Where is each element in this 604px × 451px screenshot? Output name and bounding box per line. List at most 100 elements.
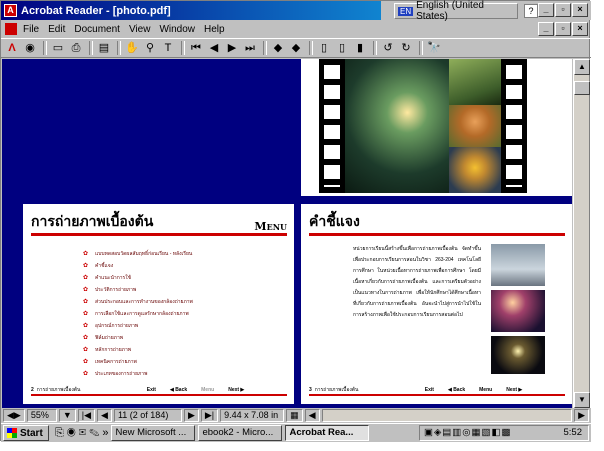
language-indicator[interactable]: EN English (United States)	[394, 0, 518, 22]
document-view[interactable]: การถ่ายภาพเบื้องต้น Menu แบบทดสอบวัดผลสั…	[2, 59, 572, 408]
system-tray: ▣◈▤▥◎▦▧◧▩ 5:52	[419, 425, 589, 441]
horizontal-scrollbar[interactable]	[321, 409, 573, 422]
print-icon[interactable]: ⎙	[68, 40, 84, 56]
document-icon[interactable]	[5, 23, 17, 35]
page-left-heading: การถ่ายภาพเบื้องต้น	[31, 214, 154, 230]
toc-item[interactable]: อุปกรณ์การถ่ายภาพ	[83, 320, 283, 332]
photo-tower-night	[491, 336, 545, 374]
menu-file[interactable]: File	[23, 24, 39, 35]
film-strip-left	[319, 59, 345, 193]
next-page-icon[interactable]: ▶	[224, 40, 240, 56]
last-page-button[interactable]: ▶|	[200, 409, 219, 422]
rotate-right-icon[interactable]: ↻	[398, 40, 414, 56]
acrobat-icon: A	[4, 4, 17, 17]
actual-size-icon[interactable]: ▯	[316, 40, 332, 56]
doc-minimize-button[interactable]: _	[538, 22, 554, 36]
page-photos	[301, 59, 572, 196]
menu-view[interactable]: View	[129, 24, 151, 35]
menu-link[interactable]: Menu	[479, 387, 492, 393]
go-forward-icon[interactable]: ◆	[288, 40, 304, 56]
close-button[interactable]: ×	[572, 3, 588, 17]
zoom-field[interactable]: 55%	[26, 409, 57, 422]
fit-page-icon[interactable]: ▯	[334, 40, 350, 56]
toc-item[interactable]: ประเภทของการถ่ายภาพ	[83, 368, 283, 380]
page-left-footer: 2 การถ่ายภาพเบื้องต้น Exit ◀ Back Menu N…	[31, 386, 287, 396]
tray-icons[interactable]: ▣◈▤▥◎▦▧◧▩	[420, 426, 511, 440]
menu-help[interactable]: Help	[204, 24, 225, 35]
task-acrobat-reader[interactable]: Acrobat Rea...	[285, 425, 370, 441]
toolbar: Λ ◉ ▭ ⎙ ▤ ✋ ⚲ T ⏮ ◀ ▶ ⏭ ◆ ◆ ▯ ▯ ▮ ↺ ↻ 🔭	[1, 38, 591, 58]
menu-edit[interactable]: Edit	[48, 24, 65, 35]
zoom-tool-icon[interactable]: ⚲	[142, 40, 158, 56]
first-page-button[interactable]: |◀	[77, 409, 96, 422]
page-menu: การถ่ายภาพเบื้องต้น Menu แบบทดสอบวัดผลสั…	[23, 204, 294, 404]
scroll-thumb[interactable]	[574, 81, 590, 95]
toc-item[interactable]: ฟิล์มถ่ายภาพ	[83, 332, 283, 344]
back-link[interactable]: ◀ Back	[170, 387, 187, 393]
page-number: 3	[309, 387, 312, 393]
footer-text: การถ่ายภาพเบื้องต้น	[314, 387, 359, 393]
page-right-footer: 3 การถ่ายภาพเบื้องต้น Exit ◀ Back Menu N…	[309, 386, 565, 396]
fit-width-icon[interactable]: ▮	[352, 40, 368, 56]
photo-child	[449, 147, 501, 193]
exit-link[interactable]: Exit	[425, 387, 434, 393]
toc-item[interactable]: หลักการถ่ายภาพ	[83, 344, 283, 356]
toc-item[interactable]: ประวัติการถ่ายภาพ	[83, 284, 283, 296]
window-title: Acrobat Reader - [photo.pdf]	[21, 4, 171, 17]
maximize-button[interactable]: ▫	[555, 3, 571, 17]
zoom-dropdown-icon[interactable]: ▼	[58, 409, 76, 422]
toc-item[interactable]: เทคนิคการถ่ายภาพ	[83, 356, 283, 368]
globe-icon[interactable]: ◉	[22, 40, 38, 56]
toc-item[interactable]: ส่วนประกอบและการทำงานของกล้องถ่ายภาพ	[83, 296, 283, 308]
language-label: English (United States)	[416, 0, 484, 22]
photo-tower-day	[491, 244, 545, 286]
page-only-icon[interactable]: ◀▶	[3, 409, 25, 422]
doc-restore-button[interactable]: ▫	[555, 22, 571, 36]
status-bar: ◀▶ 55% ▼ |◀ ◀ 11 (2 of 184) ▶ ▶| 9.44 x …	[1, 408, 591, 423]
go-back-icon[interactable]: ◆	[270, 40, 286, 56]
previous-page-icon[interactable]: ◀	[206, 40, 222, 56]
page-left-header: การถ่ายภาพเบื้องต้น Menu	[31, 214, 287, 236]
task-ebook2[interactable]: ebook2 - Micro...	[198, 425, 283, 441]
start-button[interactable]: Start	[3, 425, 49, 441]
back-link[interactable]: ◀ Back	[448, 387, 465, 393]
show-navigation-icon[interactable]: ▤	[96, 40, 112, 56]
scroll-up-icon[interactable]: ▲	[574, 59, 590, 75]
help-icon[interactable]: ?	[524, 4, 538, 18]
toc-item[interactable]: คำชี้แจง	[83, 260, 283, 272]
open-icon[interactable]: ▭	[50, 40, 66, 56]
vertical-scrollbar[interactable]: ▲ ▼	[573, 59, 590, 408]
quick-launch[interactable]: ⎘ ◉ ✉ ✎ »	[55, 427, 108, 440]
toc-item[interactable]: แบบทดสอบวัดผลสัมฤทธิ์ก่อนเรียน - หลังเรี…	[83, 248, 283, 260]
minimize-button[interactable]: _	[538, 3, 554, 17]
language-badge: EN	[398, 6, 414, 16]
photo-flowers	[449, 59, 501, 105]
first-page-icon[interactable]: ⏮	[188, 40, 204, 56]
toc-item[interactable]: คำแนะนำการใช้	[83, 272, 283, 284]
scroll-down-icon[interactable]: ▼	[574, 392, 590, 408]
instructions-body: หน่วยการเรียนนี้สร้างขึ้นเพื่อการถ่ายภาพ…	[353, 246, 481, 318]
page-layout-icon[interactable]: ▦	[286, 409, 303, 422]
next-page-button[interactable]: ▶	[183, 409, 199, 422]
text-select-icon[interactable]: T	[160, 40, 176, 56]
prev-page-button[interactable]: ◀	[97, 409, 112, 422]
acrobat-logo-icon[interactable]: Λ	[4, 40, 20, 56]
next-link[interactable]: Next ▶	[228, 387, 244, 393]
exit-link[interactable]: Exit	[147, 387, 156, 393]
menu-document[interactable]: Document	[74, 24, 120, 35]
page-right-header: คำชี้แจง	[309, 214, 565, 236]
last-page-icon[interactable]: ⏭	[242, 40, 258, 56]
task-new-microsoft[interactable]: New Microsoft ...	[111, 425, 196, 441]
doc-close-button[interactable]: ×	[572, 22, 588, 36]
menu-link[interactable]: Menu	[201, 387, 214, 393]
next-link[interactable]: Next ▶	[506, 387, 522, 393]
screen: A Acrobat Reader - [photo.pdf] EN Englis…	[0, 0, 591, 442]
hscroll-left-icon[interactable]: ◀	[304, 409, 320, 422]
rotate-left-icon[interactable]: ↺	[380, 40, 396, 56]
hscroll-right-icon[interactable]: ▶	[574, 409, 589, 422]
toc-item[interactable]: การเลือกใช้และการดูแลรักษากล้องถ่ายภาพ	[83, 308, 283, 320]
menu-window[interactable]: Window	[159, 24, 195, 35]
page-indicator[interactable]: 11 (2 of 184)	[113, 409, 182, 422]
hand-tool-icon[interactable]: ✋	[124, 40, 140, 56]
find-icon[interactable]: 🔭	[426, 40, 442, 56]
